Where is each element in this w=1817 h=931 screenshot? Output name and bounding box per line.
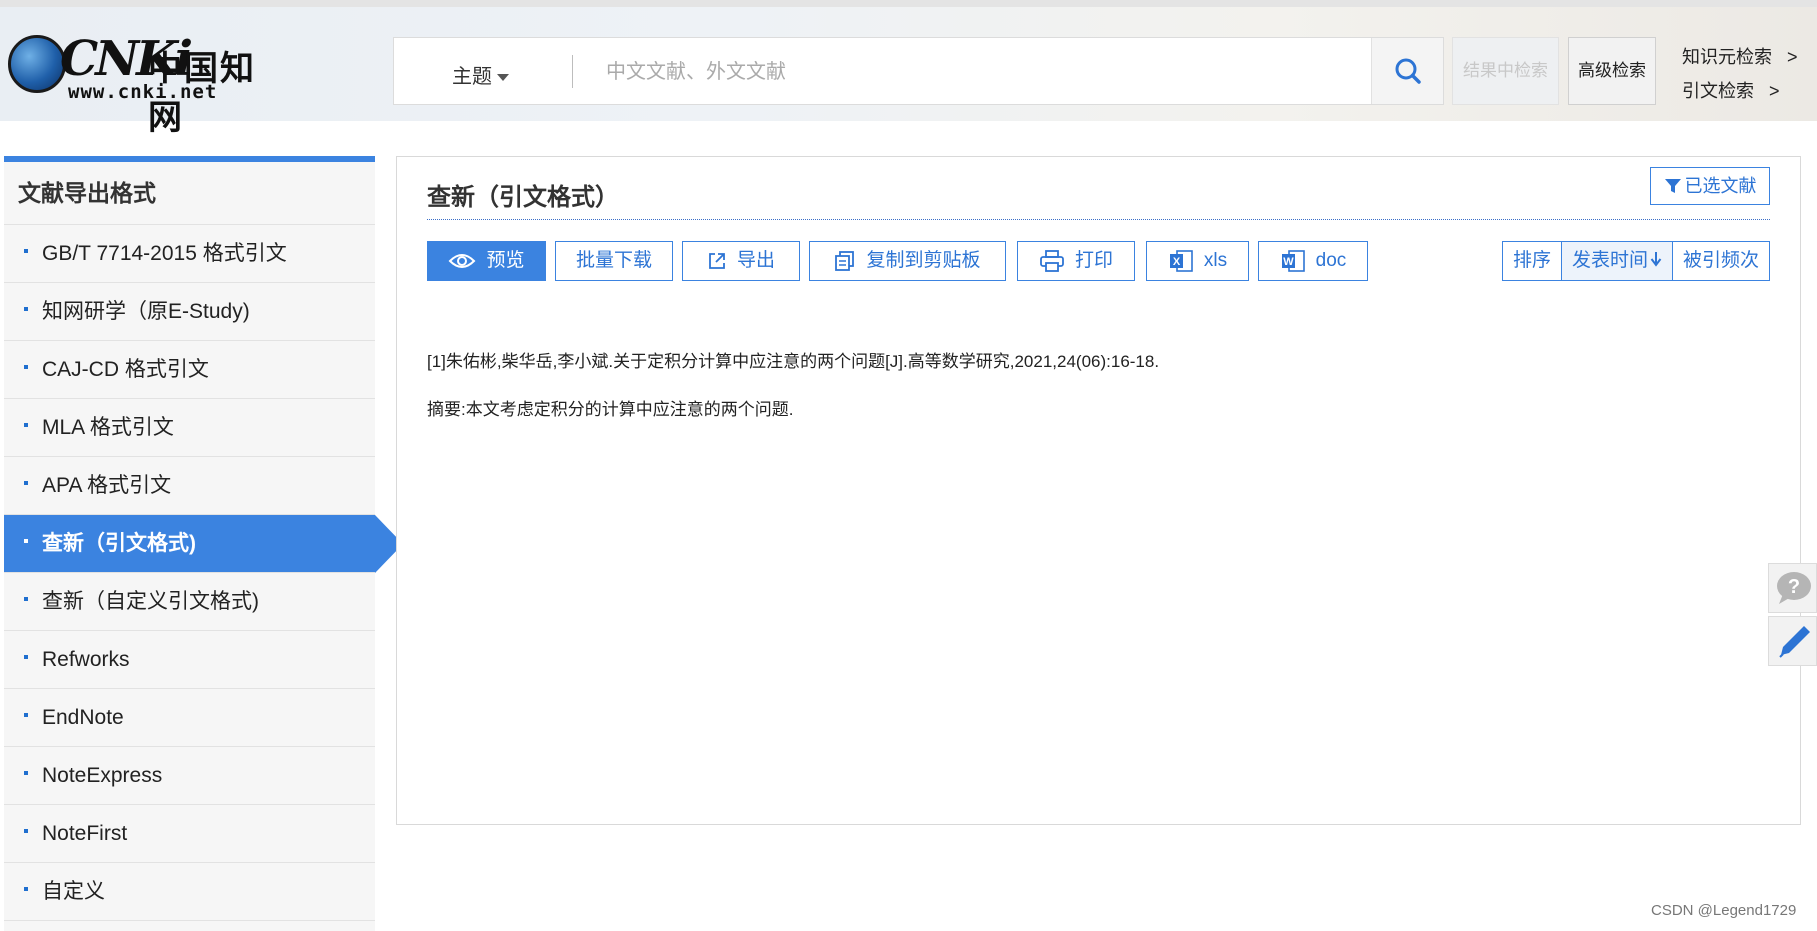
search-in-results-button[interactable]: 结果中检索	[1452, 37, 1559, 105]
link-label: 引文检索	[1682, 81, 1754, 101]
sort-label: 排序	[1501, 241, 1562, 281]
eye-icon	[449, 253, 476, 268]
bullet-icon	[24, 771, 28, 775]
export-format-sidebar: 文献导出格式 GB/T 7714-2015 格式引文 知网研学（原E-Study)…	[4, 156, 403, 931]
bullet-icon	[24, 423, 28, 427]
export-doc-button[interactable]: W doc	[1258, 241, 1368, 281]
bullet-icon	[24, 307, 28, 311]
sort-by-cited-count[interactable]: 被引频次	[1672, 241, 1770, 281]
sidebar-item-label: 查新（自定义引文格式)	[42, 590, 259, 613]
sort-group: 排序 发表时间 被引频次	[1501, 241, 1770, 281]
export-xls-button[interactable]: X xls	[1146, 241, 1249, 281]
search-input[interactable]	[604, 54, 1168, 90]
sidebar-item-label: APA 格式引文	[42, 474, 172, 497]
bullet-icon	[24, 365, 28, 369]
header: CNKi 中国知网 www.cnki.net 主题 结果中检索 高级检索 知识元…	[0, 0, 1817, 137]
selected-documents-label: 已选文献	[1684, 176, 1757, 196]
caret-down-icon	[497, 74, 509, 82]
sidebar-item-label: GB/T 7714-2015 格式引文	[42, 242, 287, 265]
doc-label: doc	[1315, 250, 1347, 271]
preview-button[interactable]: 预览	[427, 241, 546, 281]
help-button[interactable]: ?	[1768, 563, 1817, 613]
globe-icon	[8, 35, 66, 93]
search-button[interactable]	[1371, 38, 1443, 104]
print-button[interactable]: 打印	[1017, 241, 1135, 281]
help-bubble-icon: ?	[1777, 572, 1811, 604]
cnki-logo[interactable]: CNKi 中国知网 www.cnki.net	[8, 27, 278, 137]
svg-text:W: W	[1283, 256, 1294, 268]
sidebar-item[interactable]: APA 格式引文	[4, 457, 375, 515]
sidebar-item-label: 知网研学（原E-Study)	[42, 300, 250, 323]
external-link-icon	[709, 253, 725, 269]
sidebar-item[interactable]: CAJ-CD 格式引文	[4, 341, 375, 399]
sidebar-item-label: 查新（引文格式)	[42, 532, 196, 555]
sidebar-item[interactable]: GB/T 7714-2015 格式引文	[4, 225, 375, 283]
page-title: 查新（引文格式）	[427, 184, 619, 211]
excel-file-icon: X	[1169, 250, 1193, 272]
arrow-down-icon	[1650, 252, 1662, 267]
batch-download-button[interactable]: 批量下载	[555, 241, 673, 281]
feedback-button[interactable]	[1768, 616, 1817, 666]
bullet-icon	[24, 539, 28, 543]
publish-time-label: 发表时间	[1571, 250, 1648, 271]
sidebar-item[interactable]: MLA 格式引文	[4, 399, 375, 457]
sidebar-item-label: 自定义	[42, 880, 105, 903]
sidebar-item-label: NoteFirst	[42, 822, 128, 845]
bullet-icon	[24, 655, 28, 659]
copy-label: 复制到剪贴板	[866, 250, 981, 271]
sidebar-item[interactable]: 查新（自定义引文格式)	[4, 573, 375, 631]
title-divider	[427, 219, 1770, 220]
sidebar-item[interactable]: 自定义	[4, 863, 375, 921]
preview-label: 预览	[486, 250, 525, 271]
pencil-icon	[1779, 626, 1810, 658]
sidebar-item-label: Refworks	[42, 648, 130, 671]
sidebar-item[interactable]: Refworks	[4, 631, 375, 689]
search-field-label: 主题	[452, 66, 492, 88]
sidebar-item[interactable]: 查新（引文格式)	[4, 515, 403, 573]
abstract-text: 摘要:本文考虑定积分的计算中应注意的两个问题.	[427, 400, 794, 419]
sidebar-item-label: CAJ-CD 格式引文	[42, 358, 209, 381]
sidebar-item-label: EndNote	[42, 706, 124, 729]
search-icon	[1395, 58, 1421, 84]
bullet-icon	[24, 597, 28, 601]
chevron-right-icon: >	[1769, 81, 1780, 101]
sort-by-publish-time[interactable]: 发表时间	[1561, 241, 1673, 281]
logo-url: www.cnki.net	[68, 81, 218, 103]
filter-icon	[1664, 179, 1681, 193]
export-label: 导出	[736, 250, 775, 271]
bullet-icon	[24, 887, 28, 891]
sidebar-item-label: MLA 格式引文	[42, 416, 174, 439]
chevron-right-icon: >	[1787, 47, 1798, 67]
sidebar-item[interactable]: EndNote	[4, 689, 375, 747]
svg-text:X: X	[1173, 256, 1181, 268]
citation-text: [1]朱佑彬,柴华岳,李小斌.关于定积分计算中应注意的两个问题[J].高等数学研…	[427, 352, 1160, 371]
copy-to-clipboard-button[interactable]: 复制到剪贴板	[809, 241, 1006, 281]
search-field-select[interactable]: 主题	[452, 60, 509, 89]
link-label: 知识元检索	[1682, 47, 1772, 67]
sidebar-item[interactable]: NoteFirst	[4, 805, 375, 863]
bullet-icon	[24, 249, 28, 253]
bullet-icon	[24, 481, 28, 485]
citation-search-link[interactable]: 引文检索 >	[1682, 77, 1780, 103]
search-divider	[572, 55, 573, 88]
bullet-icon	[24, 713, 28, 717]
svg-text:?: ?	[1788, 576, 1800, 598]
sidebar-item-label: NoteExpress	[42, 764, 163, 787]
export-button[interactable]: 导出	[682, 241, 800, 281]
selected-documents-button[interactable]: 已选文献	[1650, 167, 1770, 205]
sidebar-item[interactable]: NoteExpress	[4, 747, 375, 805]
sidebar-title: 文献导出格式	[4, 162, 375, 225]
bullet-icon	[24, 829, 28, 833]
knowledge-element-search-link[interactable]: 知识元检索 >	[1682, 43, 1798, 69]
word-file-icon: W	[1281, 250, 1305, 272]
printer-icon	[1040, 250, 1064, 272]
copy-icon	[835, 251, 855, 271]
search-bar: 主题	[393, 37, 1444, 105]
main-panel: 查新（引文格式） 已选文献 预览 批量下载 导出 复制到剪贴板 打印 X xls…	[396, 156, 1801, 825]
sidebar-item[interactable]: 知网研学（原E-Study)	[4, 283, 375, 341]
advanced-search-button[interactable]: 高级检索	[1568, 37, 1656, 105]
print-label: 打印	[1074, 250, 1113, 271]
xls-label: xls	[1203, 250, 1228, 271]
watermark: CSDN @Legend1729	[1651, 902, 1797, 919]
